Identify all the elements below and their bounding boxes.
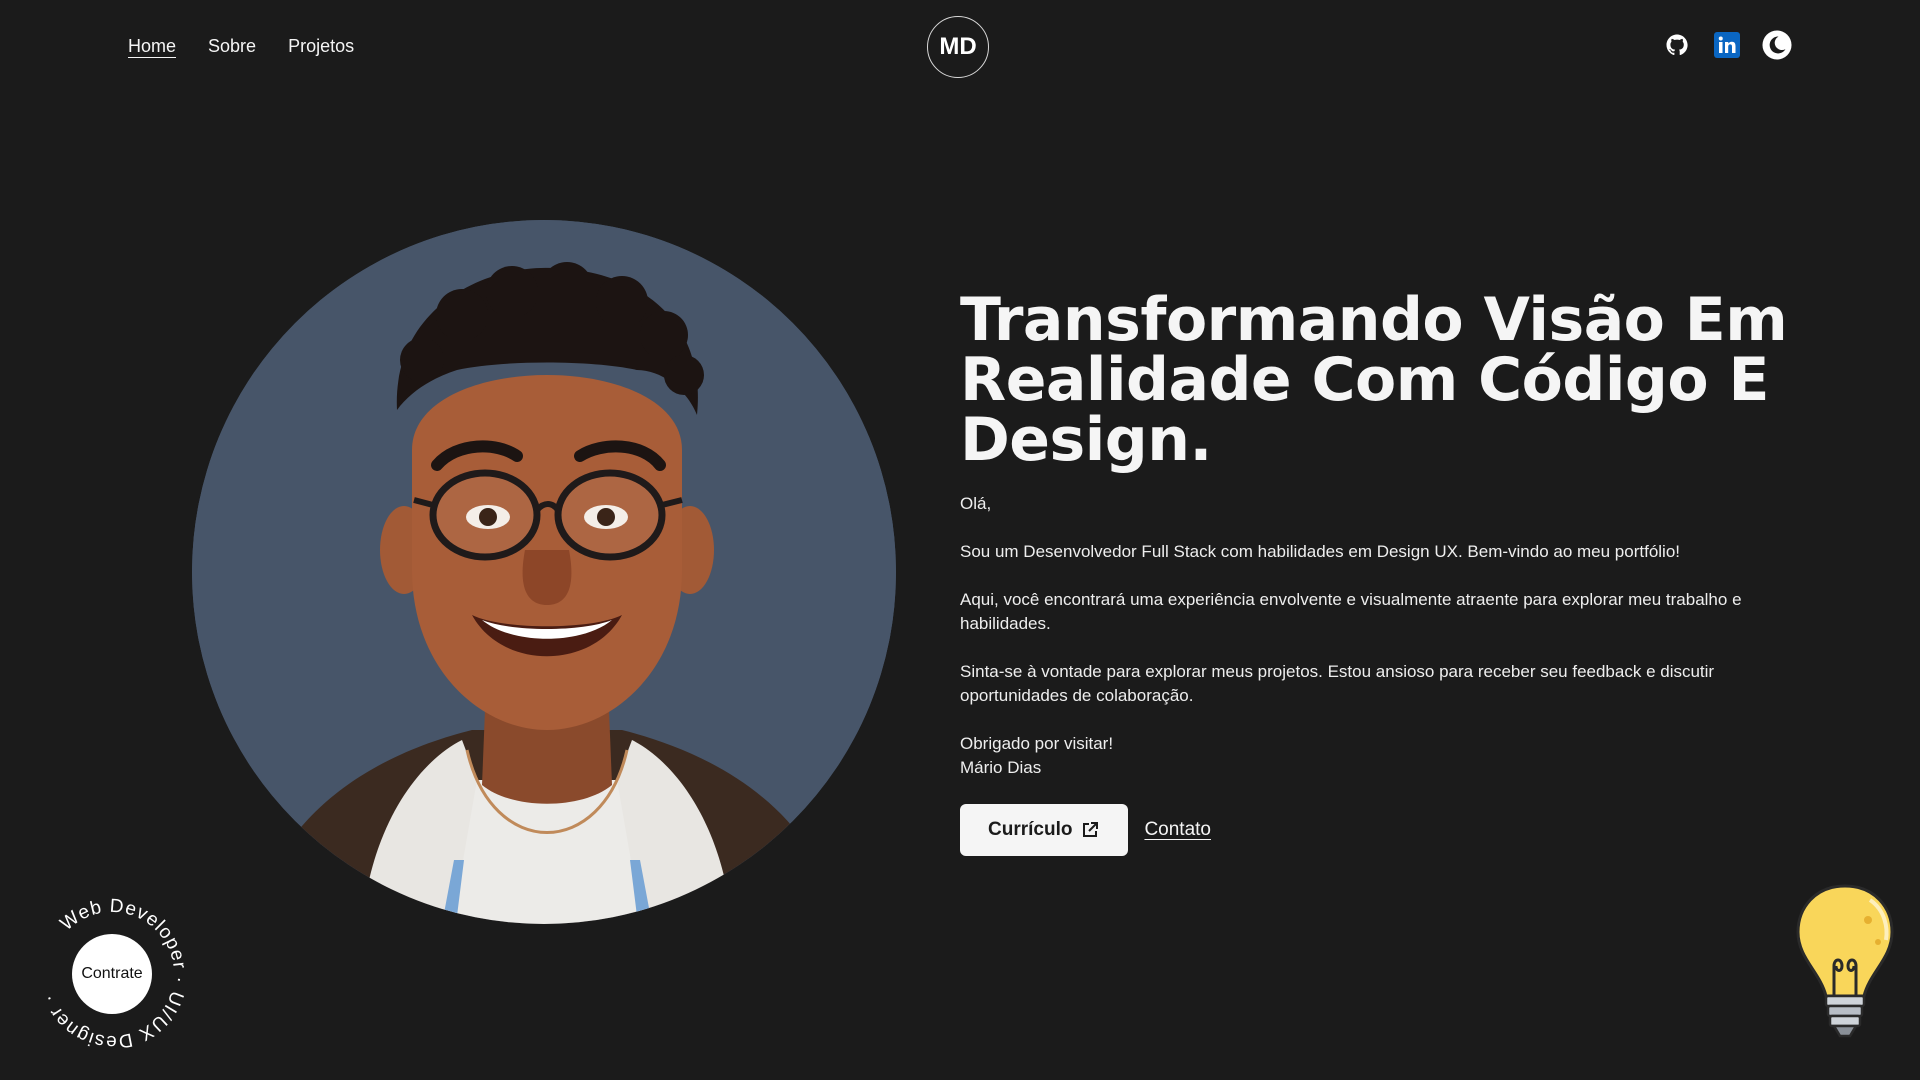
theme-toggle-moon-icon[interactable] <box>1762 30 1792 60</box>
hero-paragraph-2: Aqui, você encontrará uma experiência en… <box>960 590 1742 633</box>
site-logo[interactable]: MD <box>927 16 989 78</box>
curriculum-button[interactable]: Currículo <box>960 804 1129 856</box>
hero-thanks: Obrigado por visitar! <box>960 734 1114 753</box>
moon-icon-graphic <box>1762 30 1792 60</box>
hire-badge: Web Developer · UI/UX Designer · Contrat… <box>32 894 192 1054</box>
hero-paragraph-1: Sou um Desenvolvedor Full Stack com habi… <box>960 542 1681 561</box>
nav-links: Home Sobre Projetos <box>128 36 354 57</box>
profile-avatar-illustration <box>192 220 896 924</box>
nav-link-projetos[interactable]: Projetos <box>288 36 354 57</box>
linkedin-icon-graphic <box>1714 32 1740 58</box>
hero-section: Transformando Visão Em Realidade Com Cód… <box>960 290 1790 856</box>
github-icon[interactable] <box>1662 30 1692 60</box>
hero-actions: Currículo Contato <box>960 804 1790 856</box>
github-icon-graphic <box>1666 34 1688 56</box>
nav-link-home[interactable]: Home <box>128 36 176 57</box>
avatar-illustration <box>192 220 896 924</box>
hero-paragraph-3: Sinta-se à vontade para explorar meus pr… <box>960 662 1715 705</box>
social-links <box>1662 30 1792 60</box>
external-link-icon <box>1083 822 1099 837</box>
top-navbar: Home Sobre Projetos MD <box>0 0 1920 96</box>
contact-link[interactable]: Contato <box>1144 819 1211 841</box>
lightbulb-icon <box>1790 880 1900 1050</box>
hero-greeting: Olá, <box>960 494 992 513</box>
hero-title: Transformando Visão Em Realidade Com Cód… <box>960 285 1788 475</box>
nav-link-sobre[interactable]: Sobre <box>208 36 256 57</box>
curriculum-button-label: Currículo <box>988 819 1073 840</box>
lightbulb-graphic <box>1796 884 1894 1038</box>
hero-signature: Mário Dias <box>960 758 1042 777</box>
linkedin-icon[interactable] <box>1712 30 1742 60</box>
hire-button[interactable]: Contrate <box>72 934 152 1014</box>
